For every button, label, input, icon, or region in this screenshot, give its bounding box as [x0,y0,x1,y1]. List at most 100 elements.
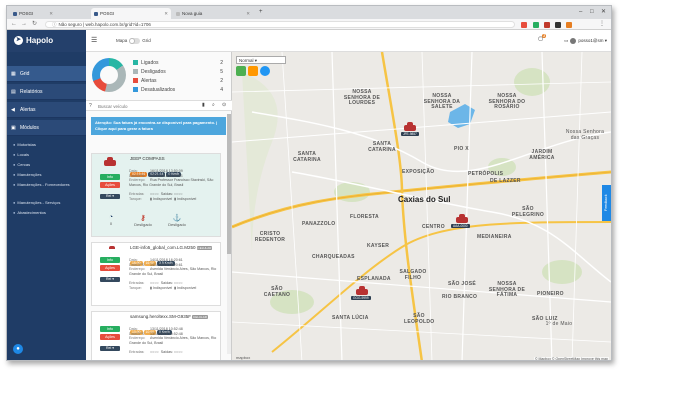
feedback-tab[interactable]: Feedback [602,185,611,221]
legend-label: Desligados [141,69,166,75]
help-question-icon[interactable]: ? [89,103,92,109]
sidebar-item-grid[interactable]: ▦ Grid [7,66,86,82]
anchor-status[interactable]: ⚓ Desligado [162,214,192,227]
report-button[interactable]: Rel ▾ [100,277,120,282]
field-label: Entradas: [129,281,145,285]
notifications-button[interactable]: ▢ 2 [538,34,547,42]
vehicle-marker[interactable] [356,286,368,295]
back-icon[interactable]: ← [11,19,17,30]
map-grid-toggle[interactable]: Mapa Grid [116,38,151,44]
browser-tab-3[interactable]: Nova guia ✕ [173,8,253,19]
red-extension-icon[interactable] [544,21,550,28]
user-menu[interactable]: ▭ posso1@sm ▾ [564,38,607,44]
actions-button[interactable]: Ações [100,334,120,340]
key-status[interactable]: ⚷ Desligado [128,214,158,227]
map-layer-satellite-icon[interactable] [236,66,246,76]
vehicle-name: LGE-info5_global_com.LG.M250 CELULAR [130,245,213,250]
close-tab-icon[interactable]: ✕ [49,8,53,19]
bookmark-icon[interactable]: ▮ [202,102,205,108]
field-tanque: Tanque: ▮ Indisponível ▮ Indisponível [129,286,219,291]
map-layer-street-icon[interactable] [248,66,258,76]
help-icon[interactable]: ● [13,344,23,354]
submenu-motoristas[interactable]: ● Motoristas [13,142,36,147]
legend-ligados[interactable]: Ligados 2 [133,60,223,66]
search-icon[interactable]: ⌕ [212,102,215,108]
submenu-manutencoes-servicos[interactable]: ● Manutenções - Serviços [13,200,60,205]
maximize-icon[interactable]: □ [590,6,594,18]
location-pin-icon[interactable]: ⊙ [222,102,226,108]
panel-scrollbar[interactable] [227,114,231,354]
actions-button[interactable]: Ações [100,265,120,271]
search-input[interactable] [98,102,198,110]
close-tab-icon[interactable]: ✕ [246,8,250,19]
sidebar-item-modulos[interactable]: ▣ Módulos [7,120,86,136]
sidebar-item-relatorios[interactable]: ▤ Relatórios [7,84,86,100]
legend-swatch [133,87,138,93]
minimize-icon[interactable]: – [579,6,582,18]
field-endereco: Endereço: Avenida Venâncio Aires, São Mar… [129,336,219,345]
submenu-label: Motoristas [17,142,36,147]
vehicle-card[interactable]: Info Ações Rel ▾ JEEP COMPASS 02:16:46 02… [91,153,221,237]
url-field[interactable]: ⓘ Não seguro | web.hapolo.com.br/grid?id=… [45,21,515,28]
favicon-icon [13,11,17,16]
actions-button[interactable]: Ações [100,182,120,188]
submenu-abastecimentos[interactable]: ● Abastecimentos [13,210,46,215]
field-label: Saídas: [160,281,173,285]
blocker-extension-icon[interactable] [521,21,527,28]
submenu-locais[interactable]: ● Locais [13,152,29,157]
map-label: NOSSA SENHORA DE FÁTIMA [488,281,526,298]
close-tab-icon[interactable]: ✕ [164,8,168,19]
fence-icon: ● [13,162,16,167]
map-view[interactable]: Normal ▾ NOSSA SENHORA DE LOURDES NOSSA … [232,52,611,360]
grid-label: Grid [142,38,151,44]
submenu-manutencoes-fornecedores[interactable]: ● Manutenções - Fornecedores [13,182,83,187]
info-button[interactable]: Info [100,326,120,332]
close-window-icon[interactable]: ✕ [601,6,606,18]
green-extension-icon[interactable] [533,21,539,28]
info-button[interactable]: Info [100,174,120,180]
report-button[interactable]: Rel ▾ [100,194,120,199]
scrollbar-thumb[interactable] [227,114,231,254]
vehicle-name-text: LGE-info5_global_com.LG.M250 [130,245,196,250]
sidebar-item-label: Módulos [20,125,39,131]
report-button[interactable]: Rel ▾ [100,346,120,351]
browser-tab-1[interactable]: POSGI ✕ [10,8,56,19]
vehicle-card[interactable]: Info Ações Rel ▾ samsung.heroltexx.SM-G9… [91,311,221,360]
info-button[interactable]: Info [100,257,120,263]
new-tab-icon[interactable]: + [259,6,263,18]
legend-desatualizados[interactable]: Desatualizados 4 [133,87,223,93]
map-attribution[interactable]: © Mapbox © OpenStreetMap Improve this ma… [533,357,609,360]
legend-count: 4 [220,87,223,93]
map-style-select[interactable]: Normal ▾ [236,56,286,64]
orange-extension-icon[interactable] [566,21,572,28]
field-value: Indisponível [152,197,173,201]
legend-alertas[interactable]: Alertas 2 [133,78,223,84]
browser-menu-icon[interactable]: ⋮ [599,19,605,30]
field-label: Entradas: [129,192,145,196]
brand[interactable]: ➤ Hapolo [7,30,86,52]
toggle-switch[interactable] [129,38,141,44]
wrench-icon: ● [13,182,16,187]
browser-tab-2[interactable]: POSGI ✕ [91,8,171,19]
submenu-cercas[interactable]: ● Cercas [13,162,30,167]
vehicle-marker[interactable] [456,214,468,223]
vehicle-marker[interactable] [404,122,416,131]
sidebar-item-alertas[interactable]: ◀ Alertas [7,102,86,118]
map-style-value: Normal [239,58,254,63]
legend-desligados[interactable]: Desligados 5 [133,69,223,75]
legend-label: Desatualizados [141,87,176,93]
inbox-icon: ▭ [564,38,569,44]
dark-extension-icon[interactable] [555,21,561,28]
mapbox-logo[interactable]: mapbox [236,355,250,360]
map-label: SANTA CATARINA [293,151,321,163]
reload-icon[interactable]: ↻ [32,19,37,30]
billing-alert[interactable]: Atenção: Sua fatura já encontra-se dispo… [91,117,226,135]
map-layer-globe-icon[interactable] [260,66,270,76]
map-label: CRISTO REDENTOR [254,231,286,243]
speedometer-status[interactable]: ◔ 0 [96,214,126,226]
submenu-manutencoes[interactable]: ● Manutenções [13,172,41,177]
forward-icon[interactable]: → [21,19,27,30]
legend-count: 2 [220,78,223,84]
menu-toggle-icon[interactable]: ☰ [91,37,97,44]
vehicle-card[interactable]: Info Ações Rel ▾ LGE-info5_global_com.LG… [91,242,221,306]
